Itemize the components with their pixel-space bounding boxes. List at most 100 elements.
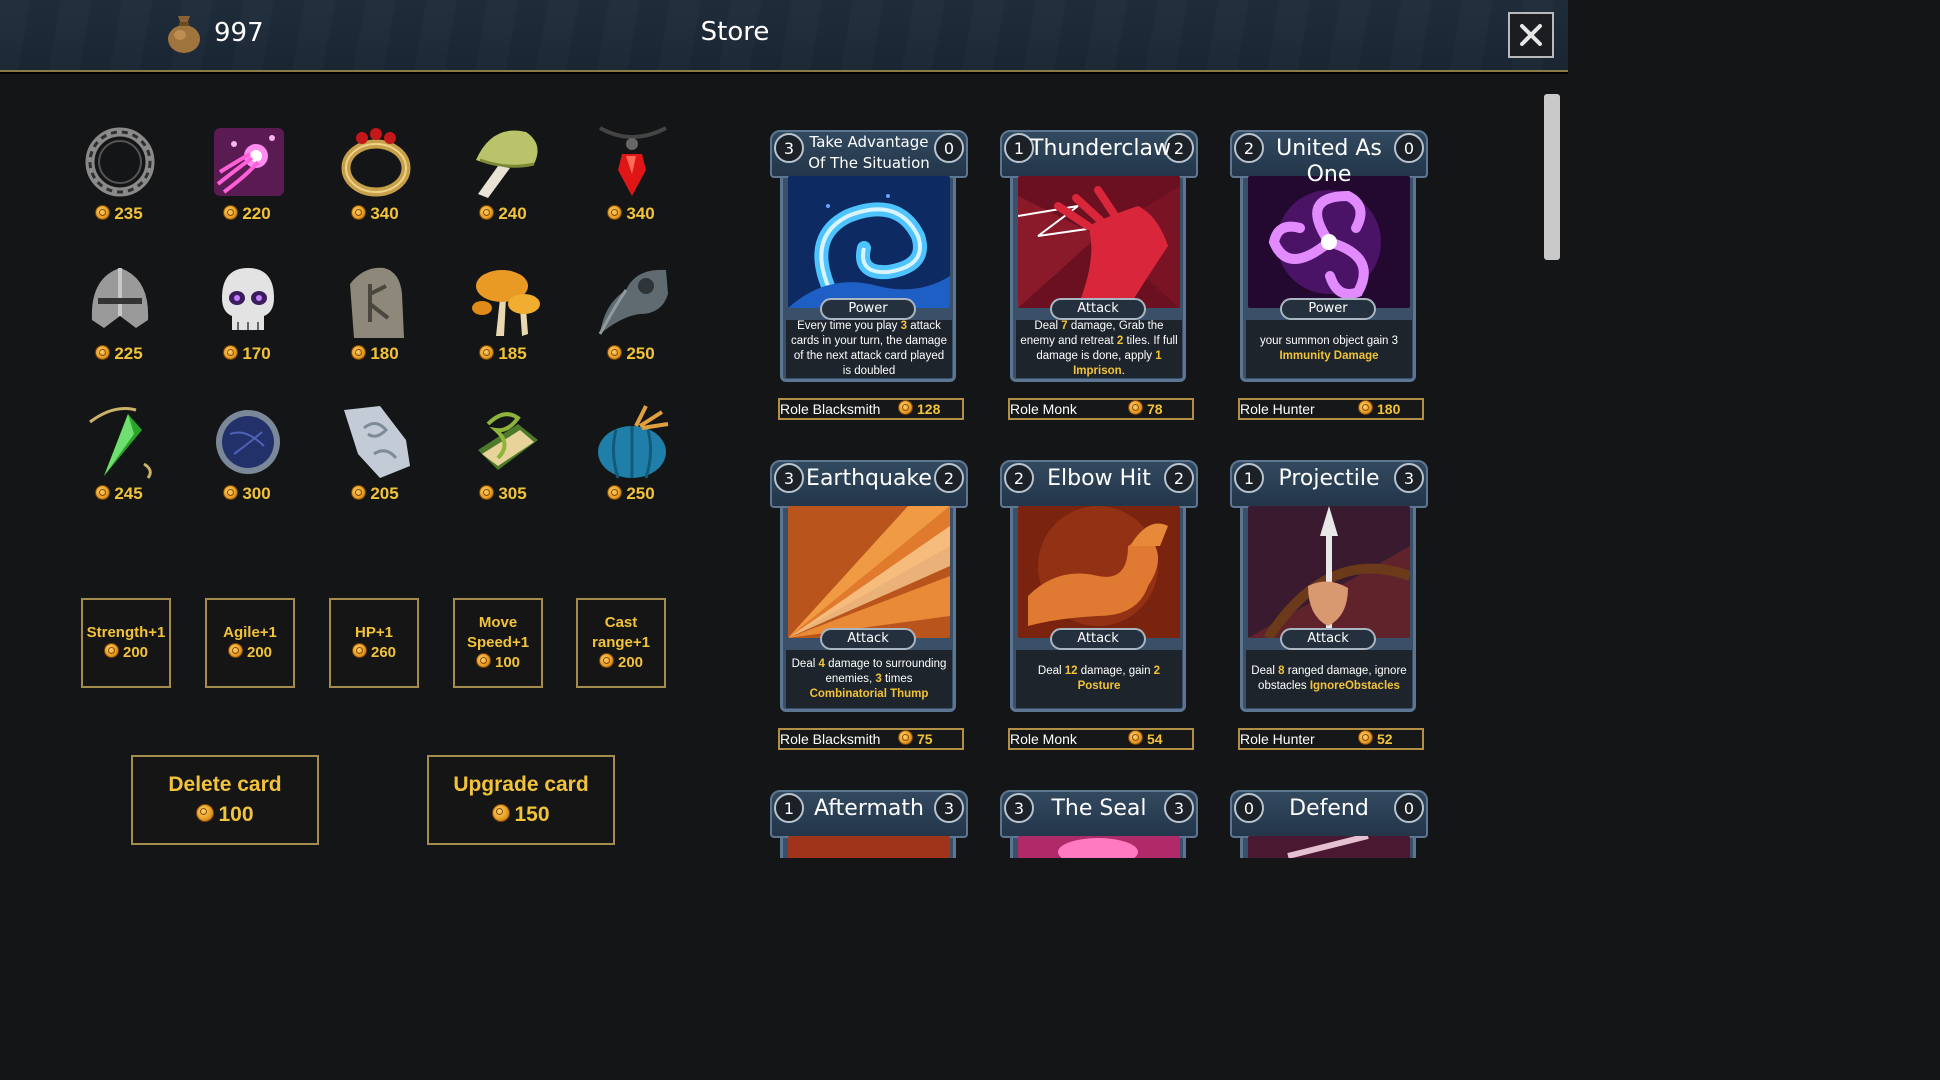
item-blue-pumpkin[interactable]: 250 bbox=[576, 404, 686, 524]
coin-icon bbox=[898, 400, 913, 415]
upgrade-card-button[interactable]: Upgrade card 150 bbox=[427, 755, 615, 845]
item-price: 180 bbox=[320, 344, 430, 364]
stat-move-speed-button[interactable]: Move Speed+1 100 bbox=[453, 598, 543, 688]
item-plague-mask[interactable]: 250 bbox=[576, 264, 686, 384]
plague-mask-icon bbox=[598, 269, 668, 335]
stat-label: HP+1 bbox=[355, 624, 393, 641]
stat-strength-button[interactable]: Strength+1 200 bbox=[81, 598, 171, 688]
item-price: 340 bbox=[576, 204, 686, 224]
description-text: your summon object gain 3 bbox=[1259, 335, 1399, 347]
item-vine-book[interactable]: 305 bbox=[448, 404, 558, 524]
card-united-as-one[interactable]: 2 0 United As One Power your summon obje… bbox=[1230, 130, 1428, 422]
coin-icon bbox=[351, 205, 367, 220]
item-blue-orb-disc[interactable]: 300 bbox=[192, 404, 302, 524]
close-icon bbox=[1520, 24, 1542, 46]
card-defend[interactable]: 0 0 Defend bbox=[1230, 790, 1428, 858]
item-price: 250 bbox=[576, 484, 686, 504]
card-earthquake[interactable]: 3 2 Earthquake Attack Deal 4 damage to s… bbox=[770, 460, 968, 752]
skull-icon bbox=[222, 268, 274, 330]
coin-icon bbox=[1128, 730, 1143, 745]
item-price: 225 bbox=[64, 344, 174, 364]
scrollbar-thumb[interactable] bbox=[1544, 94, 1560, 260]
card-description: your summon object gain 3 Immunity Damag… bbox=[1246, 320, 1412, 378]
coin-icon bbox=[1358, 400, 1373, 415]
card-role-bar: Role Hunter 180 bbox=[1238, 398, 1424, 420]
card-name: United As One bbox=[1276, 136, 1382, 187]
rune-stone-icon bbox=[350, 267, 404, 338]
card-thunderclaw[interactable]: 1 2 Thunderclaw Attack Deal 7 damage, Gr… bbox=[1000, 130, 1198, 422]
coin-icon bbox=[351, 345, 367, 360]
magic-wisp-icon bbox=[214, 128, 284, 196]
card-art bbox=[788, 506, 950, 638]
item-magic-wisp[interactable]: 220 bbox=[192, 124, 302, 244]
description-text: Every time you play bbox=[797, 320, 901, 332]
gold-ring-icon bbox=[341, 128, 411, 197]
coin-icon bbox=[351, 643, 367, 658]
card-type: Power bbox=[820, 298, 916, 320]
coin-icon bbox=[227, 643, 243, 658]
card-take-advantage[interactable]: 3 0 Take Advantage Of The Situation Powe… bbox=[770, 130, 968, 422]
card-price: 52 bbox=[1358, 730, 1393, 748]
card-type: Attack bbox=[1050, 628, 1146, 650]
description-text: Deal bbox=[1251, 665, 1279, 677]
coin-icon bbox=[898, 730, 913, 745]
card-art bbox=[1248, 836, 1410, 858]
stat-cast-range-button[interactable]: Cast range+1 200 bbox=[576, 598, 666, 688]
card-projectile[interactable]: 1 3 Projectile Attack Deal 8 ranged dama… bbox=[1230, 460, 1428, 752]
description-text: Deal bbox=[1034, 320, 1062, 332]
card-count: 0 bbox=[1394, 793, 1424, 823]
card-description: Deal 8 ranged damage, ignore obstacles I… bbox=[1246, 650, 1412, 708]
stat-price: 260 bbox=[351, 643, 396, 663]
item-silver-bracer[interactable]: 205 bbox=[320, 404, 430, 524]
card-count: 0 bbox=[934, 133, 964, 163]
stat-price: 200 bbox=[598, 653, 643, 673]
card-count: 3 bbox=[934, 793, 964, 823]
item-green-crystal-pendulum[interactable]: 245 bbox=[64, 404, 174, 524]
coin-icon bbox=[1358, 730, 1373, 745]
card-the-seal[interactable]: 3 3 The Seal bbox=[1000, 790, 1198, 858]
item-price: 235 bbox=[64, 204, 174, 224]
card-aftermath[interactable]: 1 3 Aftermath bbox=[770, 790, 968, 858]
card-elbow-hit[interactable]: 2 2 Elbow Hit Attack Deal 12 damage, gai… bbox=[1000, 460, 1198, 752]
mushroom-icon bbox=[476, 130, 538, 198]
stat-price: 200 bbox=[227, 643, 272, 663]
description-text: . bbox=[1121, 365, 1125, 377]
blue-pumpkin-icon bbox=[598, 405, 669, 479]
description-text: times bbox=[881, 672, 913, 685]
coin-icon bbox=[95, 485, 111, 500]
card-type: Attack bbox=[1050, 298, 1146, 320]
item-price: 240 bbox=[448, 204, 558, 224]
item-gold-ruby-ring[interactable]: 340 bbox=[320, 124, 430, 244]
item-ring-dark[interactable]: 235 bbox=[64, 124, 174, 244]
crystal-pendulum-icon bbox=[89, 407, 152, 479]
item-red-gem-amulet[interactable]: 340 bbox=[576, 124, 686, 244]
item-iron-helmet[interactable]: 225 bbox=[64, 264, 174, 384]
card-price: 54 bbox=[1128, 730, 1163, 748]
action-label: Delete card bbox=[168, 773, 282, 796]
shield-icon bbox=[1248, 836, 1410, 858]
item-orange-mushrooms[interactable]: 185 bbox=[448, 264, 558, 384]
item-rune-stone[interactable]: 180 bbox=[320, 264, 430, 384]
card-count: 2 bbox=[934, 463, 964, 493]
card-role-bar: Role Hunter 52 bbox=[1238, 728, 1424, 750]
card-count: 2 bbox=[1164, 463, 1194, 493]
card-count: 3 bbox=[1164, 793, 1194, 823]
delete-card-button[interactable]: Delete card 100 bbox=[131, 755, 319, 845]
card-type: Attack bbox=[820, 628, 916, 650]
purple-triskelion-icon bbox=[1248, 176, 1410, 308]
highlight-text: IgnoreObstacles bbox=[1309, 680, 1400, 692]
card-name: Aftermath bbox=[814, 796, 924, 821]
item-pale-mushroom[interactable]: 240 bbox=[448, 124, 558, 244]
flexed-arm-icon bbox=[1018, 506, 1180, 638]
stat-agile-button[interactable]: Agile+1 200 bbox=[205, 598, 295, 688]
close-button[interactable] bbox=[1508, 12, 1554, 58]
ring-icon bbox=[85, 127, 155, 197]
card-description: Every time you play 3 attack cards in yo… bbox=[786, 320, 952, 378]
item-price: 250 bbox=[576, 344, 686, 364]
highlight-text: 12 bbox=[1064, 665, 1078, 677]
card-art bbox=[1248, 506, 1410, 638]
item-skull[interactable]: 170 bbox=[192, 264, 302, 384]
stat-hp-button[interactable]: HP+1 260 bbox=[329, 598, 419, 688]
card-role: Role Monk bbox=[1010, 401, 1077, 417]
card-description: Deal 7 damage, Grab the enemy and retrea… bbox=[1016, 320, 1182, 378]
